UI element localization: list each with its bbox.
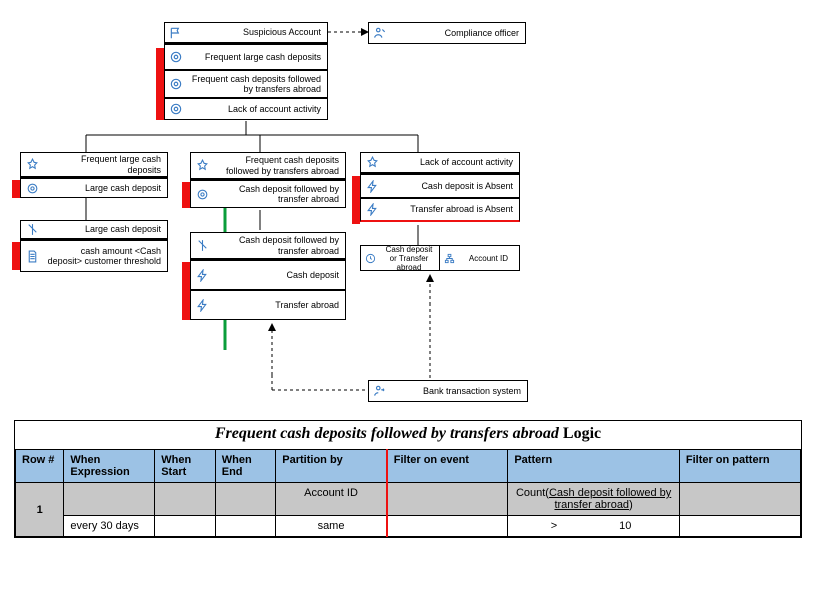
label-transfer-abroad: Transfer abroad	[213, 298, 345, 312]
node-cdt2-header: Cash deposit followed by transfer abroad	[190, 232, 346, 260]
node-center-header: Frequent cash deposits followed by trans…	[190, 152, 346, 180]
pin-icon	[21, 221, 43, 238]
cell-g-pattern: Count(Cash deposit followed by transfer …	[508, 483, 680, 516]
cell-filter-pattern	[679, 516, 800, 537]
cell-g2	[155, 483, 216, 516]
label-center-header: Frequent cash deposits followed by trans…	[213, 153, 345, 178]
red-tab	[12, 180, 20, 198]
label-cash-deposit: Cash deposit	[213, 268, 345, 282]
node-frequent-cash-transfers: Frequent cash deposits followed by trans…	[164, 70, 328, 98]
document-icon	[21, 241, 43, 271]
label-right-header: Lack of account activity	[383, 155, 519, 169]
node-lack-of-activity: Lack of account activity	[164, 98, 328, 120]
node-ta-absent: Transfer abroad is Absent	[360, 198, 520, 222]
label-bank-system: Bank transaction system	[391, 384, 527, 398]
right-half-row: Cash deposit or Transfer abroad Account …	[360, 245, 520, 271]
node-left-header: Frequent large cash deposits	[20, 152, 168, 178]
pin-icon	[21, 153, 43, 176]
table-title: Frequent cash deposits followed by trans…	[15, 421, 801, 449]
th-when-start: When Start	[155, 450, 216, 483]
cell-g1	[64, 483, 155, 516]
cell-g3	[215, 483, 276, 516]
label-suspicious-account: Suspicious Account	[187, 25, 327, 39]
red-tab	[182, 262, 190, 320]
target-icon	[21, 179, 43, 197]
pin-icon	[191, 233, 213, 258]
logic-table: Frequent cash deposits followed by trans…	[14, 420, 802, 538]
label-lcd: Large cash deposit	[43, 181, 167, 195]
target-icon	[165, 71, 187, 97]
bolt-icon	[191, 291, 213, 319]
target-icon	[165, 99, 187, 119]
th-partition: Partition by	[276, 450, 387, 483]
label-flcd: Frequent large cash deposits	[187, 50, 327, 64]
table-datarow: every 30 days same >10	[16, 516, 801, 537]
node-cd-absent: Cash deposit is Absent	[360, 174, 520, 198]
bolt-icon	[191, 261, 213, 289]
label-ta-absent: Transfer abroad is Absent	[383, 202, 519, 216]
flag-icon	[165, 23, 187, 42]
cell-g-filter-pattern	[679, 483, 800, 516]
person-icon	[369, 23, 391, 43]
node-large-cash-deposit: Large cash deposit	[20, 178, 168, 198]
half-cd-or-ta: Cash deposit or Transfer abroad	[360, 245, 440, 271]
cell-g-partition: Account ID	[276, 483, 387, 516]
cell-when-end	[215, 516, 276, 537]
clock-icon	[361, 253, 379, 264]
red-tab	[182, 182, 190, 208]
half-account-id: Account ID	[440, 245, 520, 271]
node-frequent-large-cash-deposits: Frequent large cash deposits	[164, 44, 328, 70]
bolt-icon	[361, 199, 383, 220]
label-lack: Lack of account activity	[187, 102, 327, 116]
table-header-row: Row # When Expression When Start When En…	[16, 450, 801, 483]
node-compliance-officer: Compliance officer	[368, 22, 526, 44]
pin-icon	[191, 153, 213, 178]
label-half-account-id: Account ID	[458, 252, 519, 265]
label-lcd2: Large cash deposit	[43, 222, 167, 236]
th-pattern: Pattern	[508, 450, 680, 483]
label-cdt: Cash deposit followed by transfer abroad	[213, 182, 345, 207]
red-tab	[352, 176, 360, 224]
th-when-end: When End	[215, 450, 276, 483]
node-right-header: Lack of account activity	[360, 152, 520, 174]
label-left-header: Frequent large cash deposits	[43, 152, 167, 177]
th-when-expr: When Expression	[64, 450, 155, 483]
pin-icon	[361, 153, 383, 172]
target-icon	[191, 181, 213, 207]
cell-rownum: 1	[16, 483, 64, 537]
th-row: Row #	[16, 450, 64, 483]
logic-grid: Row # When Expression When Start When En…	[15, 449, 801, 537]
label-half-cd-or-ta: Cash deposit or Transfer abroad	[379, 243, 439, 274]
tree-icon	[440, 253, 458, 264]
cell-partition: same	[276, 516, 387, 537]
label-fcdta: Frequent cash deposits followed by trans…	[187, 72, 327, 97]
target-icon	[165, 45, 187, 69]
diagram-canvas: Suspicious Account Compliance officer Fr…	[0, 0, 813, 600]
label-cd-absent: Cash deposit is Absent	[383, 179, 519, 193]
label-cash-amount: cash amount <Cash deposit> customer thre…	[43, 244, 167, 269]
th-filter-event: Filter on event	[387, 450, 508, 483]
node-suspicious-account: Suspicious Account	[164, 22, 328, 44]
node-cash-deposit: Cash deposit	[190, 260, 346, 290]
node-lcd2-header: Large cash deposit	[20, 220, 168, 240]
node-transfer-abroad: Transfer abroad	[190, 290, 346, 320]
cell-filter-event	[387, 516, 508, 537]
node-cash-amount: cash amount <Cash deposit> customer thre…	[20, 240, 168, 272]
cell-when-start	[155, 516, 216, 537]
person-arrow-icon	[369, 381, 391, 401]
th-filter-pattern: Filter on pattern	[679, 450, 800, 483]
bolt-icon	[361, 175, 383, 197]
cell-pattern: >10	[508, 516, 680, 537]
table-grayrow: 1 Account ID Count(Cash deposit followed…	[16, 483, 801, 516]
red-tab	[156, 48, 164, 120]
label-compliance-officer: Compliance officer	[391, 26, 525, 40]
red-tab	[12, 242, 20, 270]
cell-g-filter-event	[387, 483, 508, 516]
cell-when-expr: every 30 days	[64, 516, 155, 537]
node-bank-system: Bank transaction system	[368, 380, 528, 402]
label-cdt2: Cash deposit followed by transfer abroad	[213, 233, 345, 258]
node-cdt: Cash deposit followed by transfer abroad	[190, 180, 346, 208]
